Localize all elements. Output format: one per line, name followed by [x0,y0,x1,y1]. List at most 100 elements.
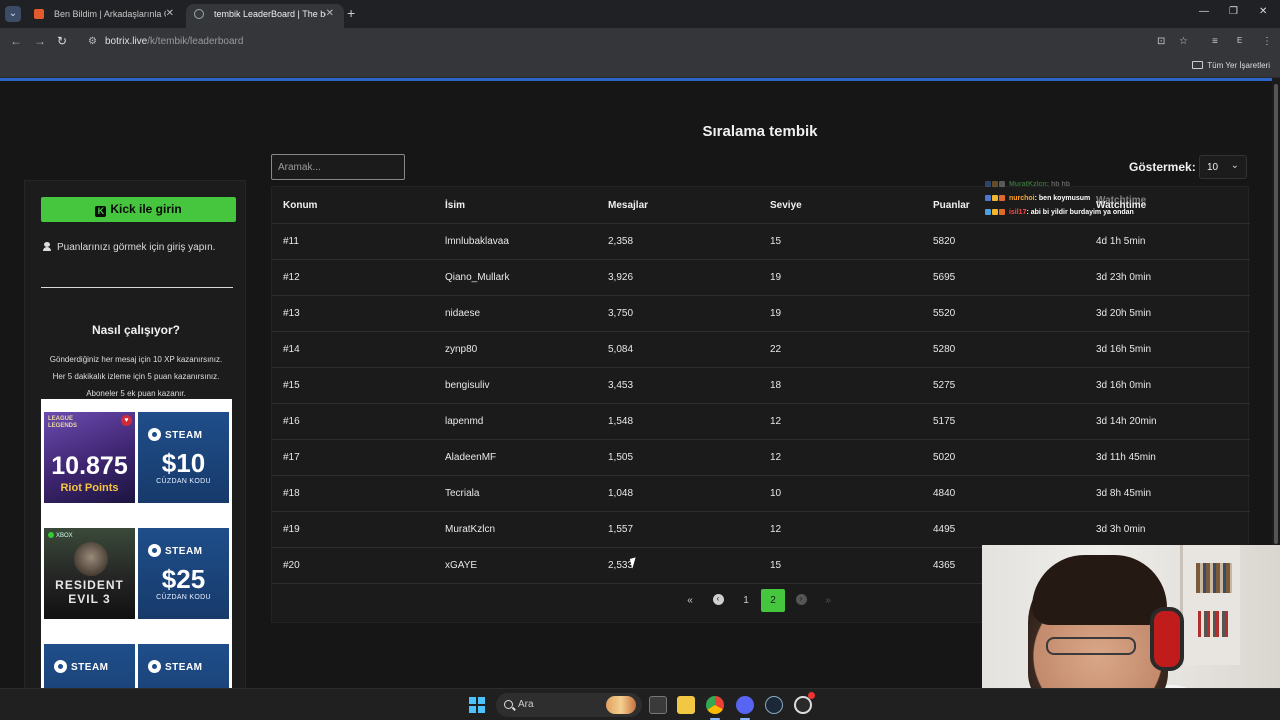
notification-badge [808,692,815,699]
steam-logo-icon: STEAM [148,544,203,557]
cell-messages: 1,557 [608,524,634,535]
reward-unit: Riot Points [60,482,119,494]
column-header-points[interactable]: Puanlar [933,200,970,211]
browser-tab-leaderboard[interactable]: tembik LeaderBoard | The best ✕ [186,4,344,28]
cell-points: 5175 [933,416,956,427]
cell-name[interactable]: xGAYE [445,560,477,571]
restore-button[interactable]: ❐ [1229,6,1238,17]
back-arrow-icon[interactable]: ← [10,34,22,48]
chevron-left-icon [712,593,724,605]
cell-messages: 3,453 [608,380,634,391]
page-button-1[interactable]: 1 [734,589,758,612]
profile-avatar[interactable]: E [1237,36,1242,45]
discord-icon[interactable] [736,696,754,720]
cell-level: 12 [770,452,782,463]
page-size-select[interactable]: 10 ⌄ [1199,155,1247,179]
reward-card-steam[interactable]: STEAM [138,644,229,688]
taskbar-search[interactable]: Ara [496,693,642,717]
reading-list-icon[interactable]: ≡ [1212,36,1218,47]
first-page-button[interactable]: « [678,589,702,612]
xbox-logo-icon: XBOX [48,532,73,539]
cell-points: 5275 [933,380,956,391]
search-highlight-icon [606,696,636,714]
cell-level: 22 [770,344,782,355]
how-it-works-text: Gönderdiğiniz her mesaj için 10 XP kazan… [35,351,237,402]
cell-name[interactable]: bengisuliv [445,380,489,391]
browser-tab-benbildim[interactable]: Ben Bildim | Arkadaşlarınla Onlin ✕ [26,4,184,28]
prev-page-button[interactable] [706,589,730,612]
game-cover-art [74,542,108,576]
reward-card-steam-25[interactable]: STEAM $25 CÜZDAN KODU [138,528,229,619]
table-row: #15 bengisuliv 3,453 18 5275 3d 16h 0min [272,368,1250,404]
steam-logo-icon: STEAM [54,660,109,673]
close-window-button[interactable]: ✕ [1259,6,1267,17]
cell-name[interactable]: lapenmd [445,416,483,427]
kick-login-label: Kick ile girin [110,202,182,216]
cell-name[interactable]: Tecriala [445,488,479,499]
minimize-button[interactable]: — [1199,6,1209,17]
tab-search-icon[interactable]: ⌄ [5,6,21,22]
table-row: #18 Tecriala 1,048 10 4840 3d 8h 45min [272,476,1250,512]
forward-arrow-icon[interactable]: → [34,34,46,48]
file-explorer-icon[interactable] [677,696,695,714]
books [1198,611,1228,637]
reward-card-riot-points[interactable]: LEAGUE LEGENDS ♥ 10.875 Riot Points [44,412,135,503]
all-bookmarks-button[interactable]: Tüm Yer İşaretleri [1192,61,1270,70]
reload-icon[interactable]: ↻ [57,34,67,48]
new-tab-button[interactable]: + [347,5,355,21]
address-bar[interactable]: ⚙ botrix.live/k/tembik/leaderboard [80,32,1200,52]
cell-name[interactable]: lmnlubaklavaa [445,236,509,247]
reward-card-steam-10[interactable]: STEAM $10 CÜZDAN KODU [138,412,229,503]
url-host: botrix.live [105,36,148,47]
last-page-button[interactable]: » [816,589,840,612]
bookmark-star-icon[interactable]: ☆ [1179,36,1188,47]
cell-name[interactable]: Qiano_Mullark [445,272,509,283]
column-header-level[interactable]: Seviye [770,200,802,211]
cell-name[interactable]: MuratKzlcn [445,524,495,535]
cell-name[interactable]: AladeenMF [445,452,496,463]
page-button-2[interactable]: 2 [761,589,785,612]
chrome-icon[interactable] [706,696,724,720]
steam-icon[interactable] [765,696,783,714]
kick-logo-icon: K [95,206,107,217]
chat-text: : ben koymusum [1034,195,1091,202]
lol-logo-icon: LEAGUE LEGENDS [48,416,78,429]
cell-rank: #14 [283,344,300,355]
reward-amount: $10 [161,448,206,478]
kick-login-button[interactable]: K Kick ile girin [41,197,236,222]
login-hint-text: Puanlarınızı görmek için giriş yapın. [57,242,216,253]
cell-name[interactable]: zynp80 [445,344,477,355]
cell-level: 19 [770,272,782,283]
cell-name[interactable]: nidaese [445,308,480,319]
taskbar-search-label: Ara [518,699,534,710]
close-tab-icon[interactable]: ✕ [166,4,174,24]
cell-level: 12 [770,524,782,535]
close-tab-icon[interactable]: ✕ [326,4,334,24]
translate-icon[interactable]: ⊡ [1157,36,1165,47]
site-info-icon[interactable]: ⚙ [88,36,100,48]
url-text[interactable]: botrix.live/k/tembik/leaderboard [105,36,243,47]
cell-messages: 1,048 [608,488,634,499]
browser-menu-icon[interactable]: ⋮ [1262,36,1272,47]
search-icon [504,700,513,709]
cell-level: 19 [770,308,782,319]
chat-message: MuratKzlcn: hb hb [985,181,1070,188]
reward-subtitle: CÜZDAN KODU [156,478,211,485]
reward-card-resident-evil-3[interactable]: XBOX RESIDENT EVIL 3 [44,528,135,619]
windows-start-icon[interactable] [469,697,485,713]
search-input[interactable] [271,154,405,180]
table-row: #17 AladeenMF 1,505 12 5020 3d 11h 45min [272,440,1250,476]
site-favicon-icon [194,9,204,19]
task-view-icon[interactable] [649,696,667,714]
login-hint: Puanlarınızı görmek için giriş yapın. [43,242,215,253]
all-bookmarks-label: Tüm Yer İşaretleri [1207,61,1270,70]
next-page-button[interactable] [789,589,813,612]
url-path: /k/tembik/leaderboard [147,36,244,47]
column-header-name[interactable]: İsim [445,200,465,211]
column-header-rank[interactable]: Konum [283,200,317,211]
column-header-messages[interactable]: Mesajlar [608,200,648,211]
cell-rank: #20 [283,560,300,571]
scrollbar-thumb[interactable] [1274,84,1278,544]
table-row: #14 zynp80 5,084 22 5280 3d 16h 5min [272,332,1250,368]
reward-card-steam[interactable]: STEAM [44,644,135,688]
